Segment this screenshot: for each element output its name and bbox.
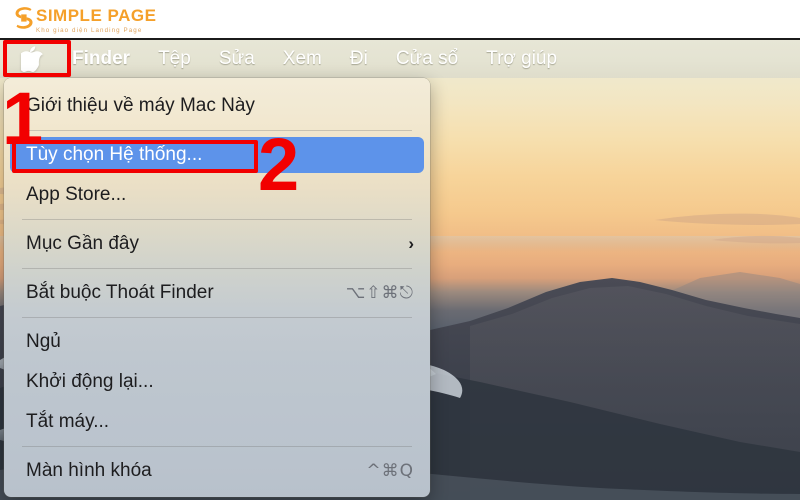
stylized-s-logo-icon: [14, 6, 34, 30]
menu-bar-item-6[interactable]: Trợ giúp: [472, 39, 571, 79]
apple-menu-item-8[interactable]: Màn hình khóa ^⌘Q: [4, 451, 430, 491]
annotation-box-apple-menu: [3, 40, 71, 77]
apple-menu-item-label: Khởi động lại...: [26, 371, 154, 392]
apple-menu-item-label: Giới thiệu về máy Mac Này: [26, 95, 255, 116]
apple-menu-item-4[interactable]: Bắt buộc Thoát Finder ⌥⇧⌘⎋: [4, 273, 430, 313]
menu-separator: [22, 219, 412, 220]
apple-menu-item-label: Bắt buộc Thoát Finder: [26, 282, 214, 303]
apple-menu-item-label: App Store...: [26, 184, 127, 205]
apple-menu-item-label: Tắt máy...: [26, 411, 110, 432]
menu-bar-item-3[interactable]: Xem: [269, 39, 336, 79]
apple-menu-item-0[interactable]: Giới thiệu về máy Mac Này: [4, 86, 430, 126]
menu-bar-item-5[interactable]: Cửa sổ: [382, 39, 472, 79]
annotation-step-2: 2: [258, 123, 300, 206]
watermark-logo: SIMPLE PAGE Kho giao diện Landing Page: [14, 6, 156, 35]
menu-bar-items: Finder Tệp Sửa Xem Đi Cửa sổ Trợ giúp: [64, 39, 571, 79]
apple-menu-item-label: Ngủ: [26, 331, 61, 352]
screen: Finder Tệp Sửa Xem Đi Cửa sổ Trợ giúp Giới thi…: [0, 0, 800, 500]
annotation-step-1: 1: [2, 77, 44, 160]
menu-bar-item-4[interactable]: Đi: [336, 39, 382, 79]
watermark-logo-strip: SIMPLE PAGE Kho giao diện Landing Page: [0, 0, 800, 38]
menu-separator: [22, 446, 412, 447]
menu-separator: [22, 317, 412, 318]
annotation-box-system-preferences: [12, 140, 258, 173]
watermark-tagline: Kho giao diện Landing Page: [36, 27, 143, 34]
menu-separator: [22, 268, 412, 269]
watermark-brand: SIMPLE PAGE: [36, 6, 157, 25]
apple-menu-item-label: Màn hình khóa: [26, 460, 152, 481]
apple-menu-item-6[interactable]: Khởi động lại...: [4, 362, 430, 402]
apple-menu-item-2[interactable]: App Store...: [4, 175, 430, 215]
apple-menu-item-3[interactable]: Mục Gần đây ›: [4, 224, 430, 264]
apple-menu-item-5[interactable]: Ngủ: [4, 322, 430, 362]
apple-menu-item-shortcut: ⌥⇧⌘⎋: [345, 283, 414, 303]
apple-menu-item-label: Mục Gần đây: [26, 233, 139, 254]
menu-bar-item-1[interactable]: Tệp: [144, 39, 205, 79]
menu-bar-item-0[interactable]: Finder: [64, 39, 144, 79]
chevron-right-icon: ›: [408, 234, 414, 253]
menu-bar-item-2[interactable]: Sửa: [205, 39, 269, 79]
apple-menu-item-shortcut: ^⌘Q: [366, 461, 414, 481]
menu-separator: [22, 130, 412, 131]
apple-menu-item-7[interactable]: Tắt máy...: [4, 402, 430, 442]
macos-menu-bar: Finder Tệp Sửa Xem Đi Cửa sổ Trợ giúp: [0, 38, 800, 78]
